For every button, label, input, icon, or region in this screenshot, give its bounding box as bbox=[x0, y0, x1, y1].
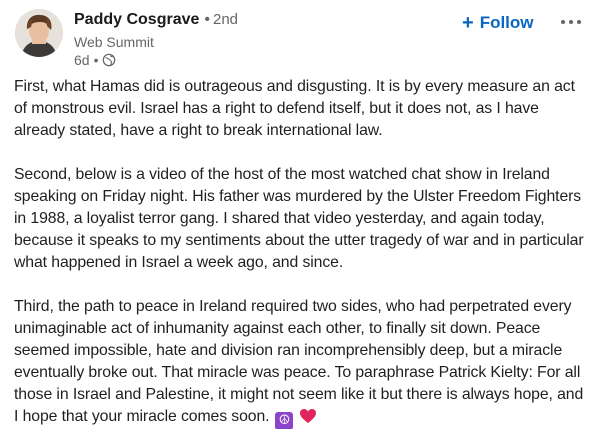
post-meta: 6d • bbox=[74, 51, 414, 69]
more-horizontal-icon bbox=[561, 20, 565, 24]
separator-dot: • bbox=[93, 52, 99, 68]
red-heart-icon bbox=[300, 409, 317, 423]
post-body: First, what Hamas did is outrageous and … bbox=[14, 76, 588, 429]
connection-degree: 2nd bbox=[213, 11, 239, 28]
peace-symbol-icon: ☮ bbox=[275, 412, 294, 429]
follow-label: Follow bbox=[479, 13, 534, 32]
author-line: Paddy Cosgrave • 2nd bbox=[74, 10, 414, 30]
post-paragraph-text: Third, the path to peace in Ireland requ… bbox=[14, 298, 584, 425]
globe-icon bbox=[103, 53, 116, 67]
avatar-photo bbox=[15, 9, 63, 57]
separator-dot: • bbox=[204, 11, 210, 28]
post-paragraph: First, what Hamas did is outrageous and … bbox=[14, 78, 575, 139]
post-paragraph: Second, below is a video of the host of … bbox=[14, 166, 584, 271]
plus-icon: + bbox=[462, 12, 474, 34]
author-name[interactable]: Paddy Cosgrave bbox=[74, 11, 199, 28]
feed-post: Paddy Cosgrave • 2nd Web Summit 6d • + Fol… bbox=[0, 0, 600, 429]
post-time: 6d bbox=[74, 52, 90, 68]
follow-button[interactable]: + Follow bbox=[462, 10, 534, 36]
avatar[interactable] bbox=[15, 9, 63, 57]
post-paragraph-last: Third, the path to peace in Ireland requ… bbox=[14, 296, 588, 429]
more-options-button[interactable] bbox=[555, 12, 587, 32]
post-header: Paddy Cosgrave • 2nd Web Summit 6d • bbox=[74, 10, 414, 69]
author-subtitle: Web Summit bbox=[74, 34, 154, 50]
